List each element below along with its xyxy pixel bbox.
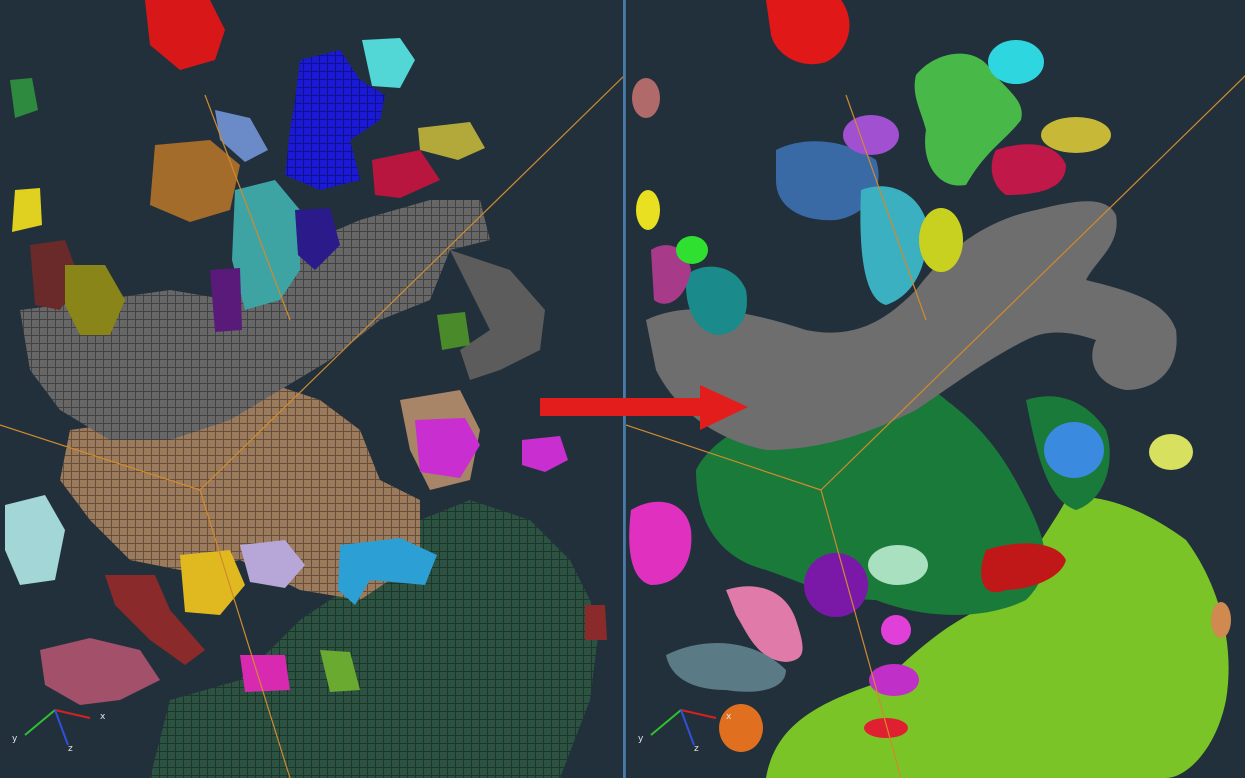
red-lower-surface-object bbox=[864, 718, 908, 738]
violet-surface-object bbox=[843, 115, 899, 155]
axis-label-y: y bbox=[638, 734, 644, 744]
mauve-voxel-object bbox=[40, 638, 160, 705]
magenta-surface-object bbox=[629, 501, 692, 585]
green-small-fragment bbox=[437, 312, 470, 350]
pale-yellow-surface-object bbox=[1149, 434, 1193, 470]
cyan-surface-object bbox=[860, 186, 927, 305]
light-teal-voxel-object bbox=[5, 495, 65, 585]
cyan-voxel-object bbox=[362, 38, 415, 88]
yellow-fragment bbox=[12, 188, 42, 232]
orientation-axes bbox=[24, 709, 91, 746]
mint-surface-object bbox=[868, 545, 928, 585]
orientation-axes bbox=[650, 709, 717, 746]
axis-label-x: x bbox=[726, 712, 732, 722]
left-3d-viewport[interactable]: x y z bbox=[0, 0, 625, 778]
purple-fragment bbox=[210, 268, 242, 332]
crimson-voxel-object bbox=[372, 150, 440, 198]
olive-voxel-object bbox=[418, 122, 485, 160]
magenta-small-voxel-object bbox=[522, 436, 568, 472]
axis-label-z: z bbox=[68, 744, 73, 754]
yellow-surface-object bbox=[919, 208, 963, 272]
axis-label-x: x bbox=[100, 712, 106, 722]
red-surface-object bbox=[766, 0, 850, 65]
cyan-top-surface-object bbox=[988, 40, 1044, 84]
blue-surface-object bbox=[1044, 422, 1104, 478]
left-voxel-scene bbox=[0, 0, 623, 778]
purple-surface-object bbox=[804, 553, 868, 617]
crimson-surface-object bbox=[991, 144, 1066, 195]
red-right-fragment bbox=[585, 605, 607, 640]
right-3d-viewport[interactable]: x y z bbox=[625, 0, 1245, 778]
tan-surface-object bbox=[1211, 602, 1231, 638]
red-voxel-object bbox=[145, 0, 225, 70]
olive-surface-object bbox=[1041, 117, 1111, 153]
rose-surface-object bbox=[632, 78, 660, 118]
magenta-small-surface-object bbox=[881, 615, 911, 645]
right-surface-scene bbox=[626, 0, 1245, 778]
axis-label-z: z bbox=[694, 744, 699, 754]
pink-fragment bbox=[240, 655, 290, 692]
axis-label-y: y bbox=[12, 734, 18, 744]
yellow-left-surface-object bbox=[636, 190, 660, 230]
green-fragment bbox=[10, 78, 38, 118]
bright-green-surface-object bbox=[676, 236, 708, 264]
